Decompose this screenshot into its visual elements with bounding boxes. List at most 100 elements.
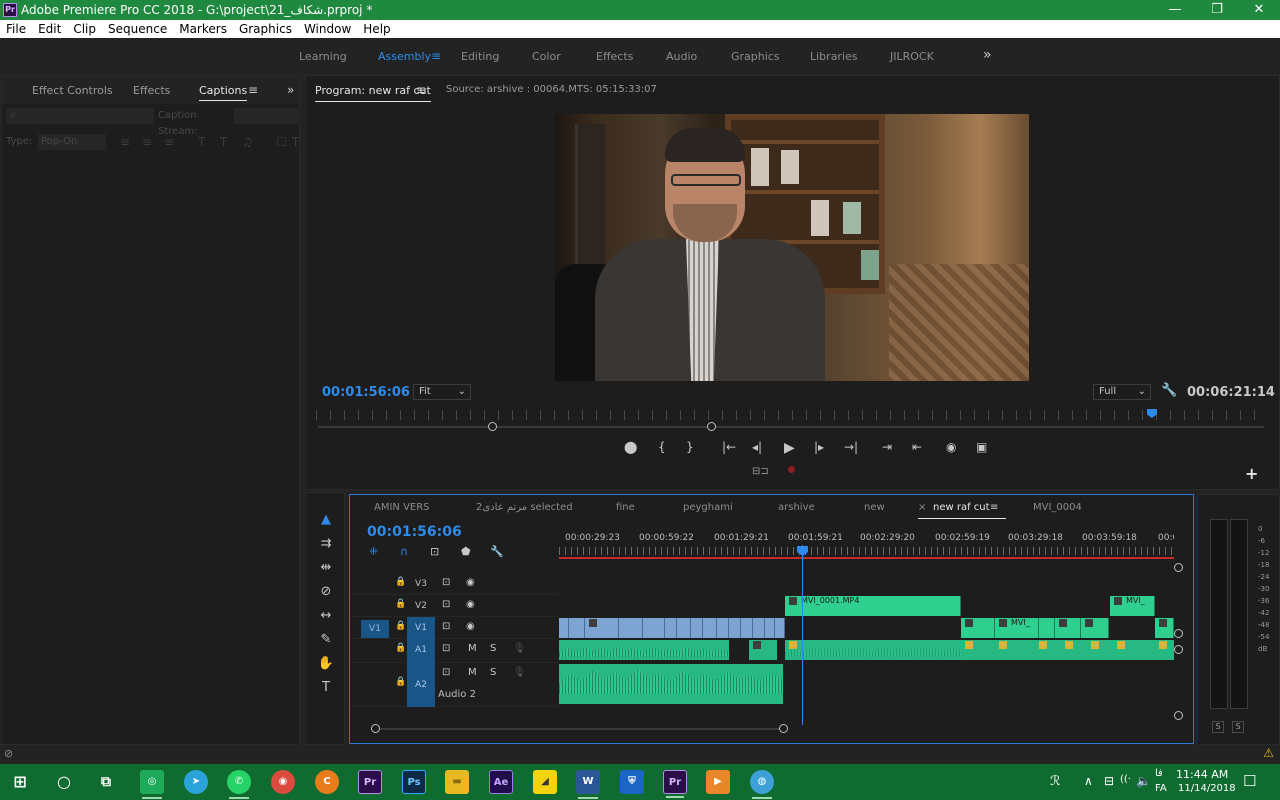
caption-stream-select[interactable]: [234, 108, 300, 124]
track-name[interactable]: V3: [407, 573, 435, 595]
step-back-button[interactable]: ◂|: [752, 440, 762, 454]
show-hidden-icons[interactable]: ∧: [1084, 774, 1093, 788]
go-to-in-button[interactable]: |←: [722, 440, 736, 454]
clip-v2-mvi[interactable]: MVI_: [1110, 596, 1155, 616]
clip-a1[interactable]: [995, 640, 1035, 660]
voice-over-mic-icon[interactable]: 🎙: [513, 667, 526, 678]
clip-v1[interactable]: [665, 618, 677, 638]
workspace-color[interactable]: Color: [532, 50, 561, 63]
ripple-edit-tool-icon[interactable]: ⇹: [316, 560, 336, 575]
comparison-view-button[interactable]: ▣: [976, 440, 987, 454]
program-current-timecode[interactable]: 00:01:56:06: [322, 385, 410, 400]
workspace-audio[interactable]: Audio: [666, 50, 697, 63]
clip-v1[interactable]: [741, 618, 753, 638]
clip-v1[interactable]: [569, 618, 585, 638]
menu-sequence[interactable]: Sequence: [102, 22, 173, 36]
volume-icon[interactable]: 🔈: [1136, 774, 1151, 788]
track-name[interactable]: A1: [407, 639, 435, 663]
lock-icon[interactable]: 🔒: [395, 577, 406, 587]
clip-a1[interactable]: [1087, 640, 1113, 660]
menu-file[interactable]: File: [0, 22, 32, 36]
text-color-icon[interactable]: T: [292, 135, 299, 149]
tab-captions[interactable]: Captions: [199, 84, 248, 101]
timeline-timecode[interactable]: 00:01:56:06: [367, 524, 462, 540]
video-tracks-scroll-handle[interactable]: [1174, 563, 1183, 572]
warning-icon[interactable]: ⚠: [1263, 746, 1274, 760]
timeline-playhead-line[interactable]: [802, 545, 803, 725]
clip-v1-green[interactable]: [1055, 618, 1081, 638]
clip-v1-green[interactable]: MVI_: [995, 618, 1039, 638]
voice-over-mic-icon[interactable]: 🎙: [513, 643, 526, 654]
mute-button[interactable]: M: [468, 643, 477, 654]
zoom-scroll-right-handle[interactable]: [707, 422, 716, 431]
clip-a2[interactable]: [559, 664, 783, 704]
sync-lock-icon[interactable]: ⊡: [442, 621, 450, 632]
track-name[interactable]: V2: [407, 595, 435, 617]
lock-icon[interactable]: 🔒: [395, 599, 406, 609]
clip-v1[interactable]: [753, 618, 765, 638]
lock-icon[interactable]: 🔒: [395, 677, 406, 687]
chrome-icon[interactable]: ◉: [271, 770, 295, 794]
audio-tracks-scroll-handle[interactable]: [1174, 711, 1183, 720]
button-editor-plus-icon[interactable]: +: [1245, 464, 1258, 483]
slip-tool-icon[interactable]: ↔: [316, 608, 336, 623]
clip-a1[interactable]: [1155, 640, 1174, 660]
extract-button[interactable]: ⇤: [912, 440, 922, 454]
sequence-tab-peyghami[interactable]: peyghami: [683, 502, 733, 513]
sync-lock-icon[interactable]: ⊡: [442, 667, 450, 678]
sequence-tab-fine[interactable]: fine: [616, 502, 635, 513]
sequence-tab-new-raf-cut[interactable]: new raf cut: [918, 502, 1005, 519]
battery-icon[interactable]: ⊟: [1104, 774, 1114, 788]
snap-magnet-icon[interactable]: ∩: [400, 545, 408, 558]
play-button[interactable]: ▶: [784, 440, 795, 456]
clip-a1[interactable]: [559, 640, 729, 660]
workspace-assembly[interactable]: Assembly: [378, 50, 431, 63]
type-select[interactable]: Pop-On: [38, 134, 106, 150]
menu-clip[interactable]: Clip: [67, 22, 102, 36]
step-forward-button[interactable]: |▸: [814, 440, 824, 454]
tab-effects[interactable]: Effects: [133, 84, 170, 97]
timeline-horizontal-scrollbar[interactable]: [376, 728, 786, 730]
tab-program[interactable]: Program: new raf cut: [315, 84, 431, 102]
export-frame-camera-icon[interactable]: ◉: [946, 440, 956, 454]
align-center-icon[interactable]: ≡: [142, 135, 152, 149]
add-marker-button[interactable]: ⬤: [624, 440, 637, 454]
language-indicator[interactable]: FA: [1155, 783, 1167, 794]
clip-a1[interactable]: [749, 640, 777, 660]
settings-wrench-icon[interactable]: 🔧: [1161, 383, 1177, 398]
more-workspaces-icon[interactable]: »: [983, 47, 992, 63]
music-note-icon[interactable]: ♫: [242, 135, 253, 149]
premiere-pro-icon[interactable]: Pr: [358, 770, 382, 794]
maximize-button[interactable]: ❐: [1196, 0, 1238, 20]
eye-icon[interactable]: ◉: [466, 621, 475, 632]
playback-resolution-select[interactable]: Full ⌄: [1093, 384, 1151, 400]
photoshop-icon[interactable]: Ps: [402, 770, 426, 794]
menu-markers[interactable]: Markers: [173, 22, 233, 36]
language-script[interactable]: فا: [1155, 768, 1163, 779]
razor-tool-icon[interactable]: ⊘: [316, 584, 336, 599]
nest-toggle-icon[interactable]: ⁜: [369, 545, 378, 558]
clip-v1-green[interactable]: [1155, 618, 1174, 638]
clip-a1[interactable]: [1113, 640, 1155, 660]
clock-date[interactable]: 11/14/2018: [1178, 783, 1236, 794]
zoom-level-select[interactable]: Fit ⌄: [413, 384, 471, 400]
sync-lock-icon[interactable]: ⊡: [442, 643, 450, 654]
workspace-libraries[interactable]: Libraries: [810, 50, 858, 63]
status-icon[interactable]: ⊘: [4, 747, 13, 760]
hand-tool-icon[interactable]: ✋: [316, 656, 336, 671]
program-time-ruler[interactable]: [316, 410, 1268, 420]
panel-more-icon[interactable]: »: [287, 83, 294, 97]
bold-icon[interactable]: T: [198, 135, 205, 149]
track-select-tool-icon[interactable]: ⇉: [316, 536, 336, 551]
clip-a1[interactable]: [961, 640, 995, 660]
italic-icon[interactable]: T: [220, 135, 227, 149]
close-button[interactable]: ✕: [1238, 0, 1280, 20]
workspace-menu-icon[interactable]: ≡: [431, 49, 441, 63]
sync-lock-icon[interactable]: ⊡: [442, 577, 450, 588]
menu-edit[interactable]: Edit: [32, 22, 67, 36]
type-tool-icon[interactable]: T: [316, 680, 336, 695]
tab-source[interactable]: Source: arshive : 00064.MTS: 05:15:33:07: [446, 84, 657, 95]
program-video-frame[interactable]: [555, 114, 1029, 381]
workspace-learning[interactable]: Learning: [299, 50, 347, 63]
clip-v1[interactable]: [775, 618, 785, 638]
